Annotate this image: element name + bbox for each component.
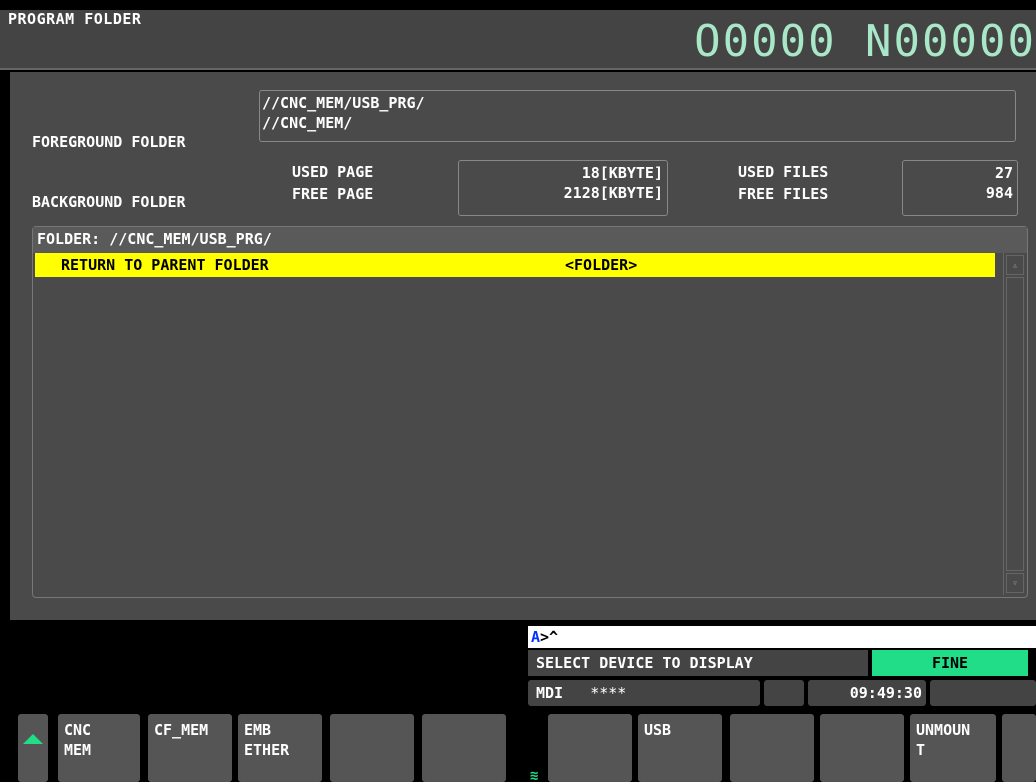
- softkey-6[interactable]: [548, 714, 632, 782]
- up-arrow-icon: [23, 734, 43, 744]
- background-folder-path: //CNC_MEM/: [262, 114, 353, 132]
- status-indicator-box: [764, 680, 804, 706]
- free-page-value: 2128[KBYTE]: [563, 184, 663, 202]
- softkey-cnc-mem[interactable]: CNC MEM: [58, 714, 140, 782]
- folder-list-header: FOLDER: //CNC_MEM/USB_PRG/: [33, 227, 1027, 253]
- input-prefix: A: [531, 628, 541, 646]
- scroll-up-icon[interactable]: ▵: [1006, 255, 1024, 275]
- screen-title: PROGRAM FOLDER: [8, 10, 142, 28]
- softkey-emb-ether[interactable]: EMB ETHER: [238, 714, 322, 782]
- free-files-label: FREE FILES: [738, 185, 829, 203]
- folder-path-box: //CNC_MEM/USB_PRG/ //CNC_MEM/: [259, 90, 1016, 142]
- softkey-5[interactable]: [422, 714, 506, 782]
- used-files-value: 27: [994, 164, 1013, 182]
- used-page-value: 18[KBYTE]: [581, 164, 663, 182]
- foreground-folder-label: FOREGROUND FOLDER: [32, 133, 186, 151]
- mode-indicator: MDI ****: [528, 680, 760, 706]
- memory-usage: USED PAGE FREE PAGE 18[KBYTE] 2128[KBYTE…: [10, 160, 1036, 216]
- softkey-cf-mem[interactable]: CF_MEM: [148, 714, 232, 782]
- softkey-return[interactable]: [18, 714, 48, 782]
- status-message: SELECT DEVICE TO DISPLAY: [528, 650, 868, 676]
- files-values-box: 27 984: [902, 160, 1018, 216]
- page-values-box: 18[KBYTE] 2128[KBYTE]: [458, 160, 668, 216]
- foreground-folder-path: //CNC_MEM/USB_PRG/: [262, 94, 425, 112]
- mode-status: ****: [590, 684, 627, 702]
- used-files-label: USED FILES: [738, 163, 829, 181]
- folder-list-panel: FOLDER: //CNC_MEM/USB_PRG/ RETURN TO PAR…: [32, 226, 1028, 598]
- alarm-indicator-box: [930, 680, 1036, 706]
- clock: 09:49:30: [808, 680, 926, 706]
- scroll-track[interactable]: [1006, 277, 1024, 571]
- softkey-divider-icon: ≋: [530, 768, 539, 782]
- softkey-9[interactable]: [820, 714, 904, 782]
- softkey-4[interactable]: [330, 714, 414, 782]
- scrollbar[interactable]: ▵ ▿: [1003, 253, 1025, 595]
- key-input-buffer[interactable]: A>^: [528, 626, 1036, 648]
- softkey-unmount[interactable]: UNMOUN T: [910, 714, 996, 782]
- scroll-down-icon[interactable]: ▿: [1006, 573, 1024, 593]
- softkey-8[interactable]: [730, 714, 814, 782]
- list-item[interactable]: RETURN TO PARENT FOLDER <FOLDER>: [35, 253, 995, 277]
- status-area: A>^ SELECT DEVICE TO DISPLAY FINE MDI **…: [0, 620, 1036, 782]
- status-badge: FINE: [872, 650, 1028, 676]
- cnc-screen: PROGRAM FOLDER O0000 N00000 FOREGROUND F…: [0, 0, 1036, 782]
- main-panel: FOREGROUND FOLDER BACKGROUND FOLDER //CN…: [10, 72, 1036, 620]
- header-bar: PROGRAM FOLDER O0000 N00000: [0, 10, 1036, 70]
- input-text: >^: [540, 628, 559, 646]
- folder-info: FOREGROUND FOLDER BACKGROUND FOLDER //CN…: [32, 90, 1016, 211]
- list-item-name: RETURN TO PARENT FOLDER: [61, 256, 269, 274]
- softkey-usb[interactable]: USB: [638, 714, 722, 782]
- program-number-display: O0000 N00000: [694, 16, 1036, 67]
- list-item-type: <FOLDER>: [565, 256, 638, 274]
- used-page-label: USED PAGE: [292, 163, 374, 181]
- free-page-label: FREE PAGE: [292, 185, 374, 203]
- mode-text: MDI: [536, 684, 564, 702]
- softkey-next[interactable]: [1002, 714, 1036, 782]
- free-files-value: 984: [985, 184, 1013, 202]
